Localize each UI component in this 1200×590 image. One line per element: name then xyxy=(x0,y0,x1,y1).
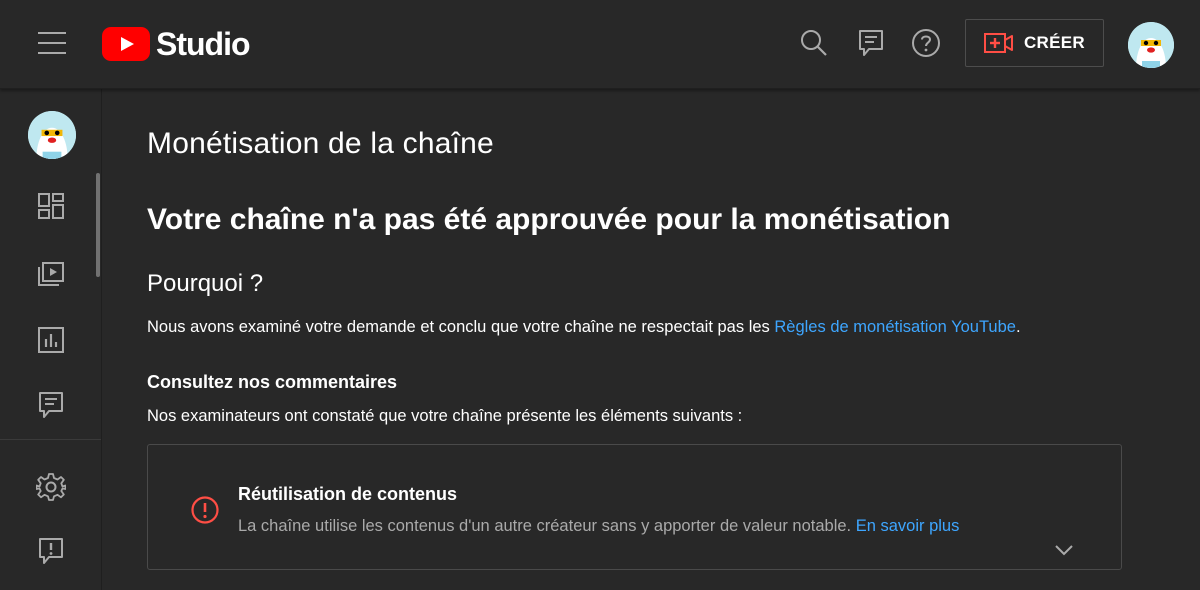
review-heading: Consultez nos commentaires xyxy=(147,372,398,392)
sidebar xyxy=(0,89,102,590)
feedback-icon[interactable] xyxy=(855,27,887,59)
chevron-down-icon[interactable] xyxy=(1053,542,1075,558)
avatar-image xyxy=(1128,22,1174,68)
status-title: Votre chaîne n'a pas été approuvée pour … xyxy=(147,203,951,236)
top-bar: Studio CRÉER xyxy=(0,0,1200,89)
search-icon[interactable] xyxy=(798,27,830,59)
issue-description-text: La chaîne utilise les contenus d'un autr… xyxy=(238,517,856,535)
studio-logo[interactable]: Studio xyxy=(102,25,251,62)
avatar-image xyxy=(28,111,76,159)
create-button-label: CRÉER xyxy=(1023,33,1085,52)
sidebar-scrollbar[interactable] xyxy=(96,173,100,277)
sidebar-divider xyxy=(0,439,101,440)
content-icon[interactable] xyxy=(36,259,66,289)
error-icon xyxy=(191,496,219,524)
report-feedback-icon[interactable] xyxy=(36,536,66,566)
learn-more-link[interactable]: En savoir plus xyxy=(856,517,960,535)
logo-text: Studio xyxy=(156,25,251,62)
account-avatar[interactable] xyxy=(1128,22,1174,68)
dashboard-icon[interactable] xyxy=(36,191,66,221)
hamburger-menu-icon[interactable] xyxy=(38,32,66,54)
review-text: Nos examinateurs ont constaté que votre … xyxy=(147,407,743,425)
why-heading: Pourquoi ? xyxy=(147,270,264,297)
channel-avatar[interactable] xyxy=(28,111,76,159)
create-video-icon xyxy=(983,33,1013,53)
monetization-rules-link[interactable]: Règles de monétisation YouTube xyxy=(774,318,1016,336)
gear-icon[interactable] xyxy=(36,472,66,502)
analytics-icon[interactable] xyxy=(36,325,66,355)
comments-icon[interactable] xyxy=(36,390,66,420)
create-button[interactable]: CRÉER xyxy=(965,19,1104,67)
issue-title: Réutilisation de contenus xyxy=(238,484,458,504)
why-text: Nous avons examiné votre demande et conc… xyxy=(147,318,775,336)
help-icon[interactable] xyxy=(910,27,942,59)
page-title: Monétisation de la chaîne xyxy=(147,127,494,160)
why-end: . xyxy=(1015,318,1021,336)
issue-description: La chaîne utilise les contenus d'un autr… xyxy=(238,517,959,536)
issue-card[interactable]: Réutilisation de contenus La chaîne util… xyxy=(147,444,1122,570)
youtube-logo-icon xyxy=(102,27,150,61)
why-paragraph: Nous avons examiné votre demande et conc… xyxy=(147,318,1021,337)
